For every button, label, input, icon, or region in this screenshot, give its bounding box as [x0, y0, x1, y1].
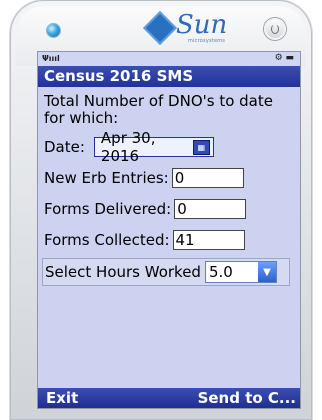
forms-delivered-input[interactable]: 0	[174, 199, 247, 219]
form-content: Total Number of DNO's to date for which:…	[38, 87, 300, 286]
new-erb-row: New Erb Entries: 0	[42, 167, 296, 189]
forms-delivered-label: Forms Delivered:	[44, 200, 172, 218]
app-title-bar: Census 2016 SMS	[38, 66, 300, 87]
status-bar: Ψıııl ⚙ ▬	[38, 52, 300, 66]
forms-collected-row: Forms Collected: 41	[42, 229, 296, 251]
date-label: Date:	[44, 138, 85, 156]
chevron-down-icon[interactable]: ▼	[257, 262, 276, 282]
new-erb-input[interactable]: 0	[171, 168, 244, 188]
status-led-icon	[47, 24, 60, 37]
hours-worked-row[interactable]: Select Hours Worked 5.0 ▼	[42, 258, 290, 286]
sun-diamond-icon	[143, 11, 177, 45]
date-value: Apr 30, 2016	[100, 129, 156, 165]
form-intro-text: Total Number of DNO's to date for which:	[44, 92, 273, 127]
power-button-icon[interactable]	[264, 18, 286, 40]
forms-collected-input[interactable]: 41	[172, 230, 245, 250]
brand-name: Sun	[176, 10, 228, 40]
forms-collected-label: Forms Collected:	[44, 231, 170, 249]
signal-strength-icon: Ψıııl	[42, 54, 60, 63]
date-picker[interactable]: Apr 30, 2016 ▦	[93, 129, 214, 165]
status-icons: ⚙ ▬	[274, 53, 294, 63]
softkey-bar: Exit Send to C...	[38, 388, 300, 408]
new-erb-label: New Erb Entries:	[44, 169, 169, 187]
brand-subtitle: microsystems	[188, 38, 226, 44]
sun-logo: Sun microsystems	[143, 10, 236, 48]
phone-screen: Ψıııl ⚙ ▬ Census 2016 SMS Total Number o…	[38, 52, 300, 408]
exit-softkey[interactable]: Exit	[46, 388, 78, 408]
calendar-icon[interactable]: ▦	[192, 139, 210, 155]
hours-worked-select[interactable]: 5.0 ▼	[204, 261, 277, 283]
send-softkey[interactable]: Send to C...	[198, 388, 296, 408]
hours-worked-value: 5.0	[208, 263, 233, 281]
hours-worked-label: Select Hours Worked	[45, 263, 201, 281]
forms-delivered-row: Forms Delivered: 0	[42, 198, 296, 220]
date-row: Date: Apr 30, 2016 ▦	[42, 129, 296, 165]
